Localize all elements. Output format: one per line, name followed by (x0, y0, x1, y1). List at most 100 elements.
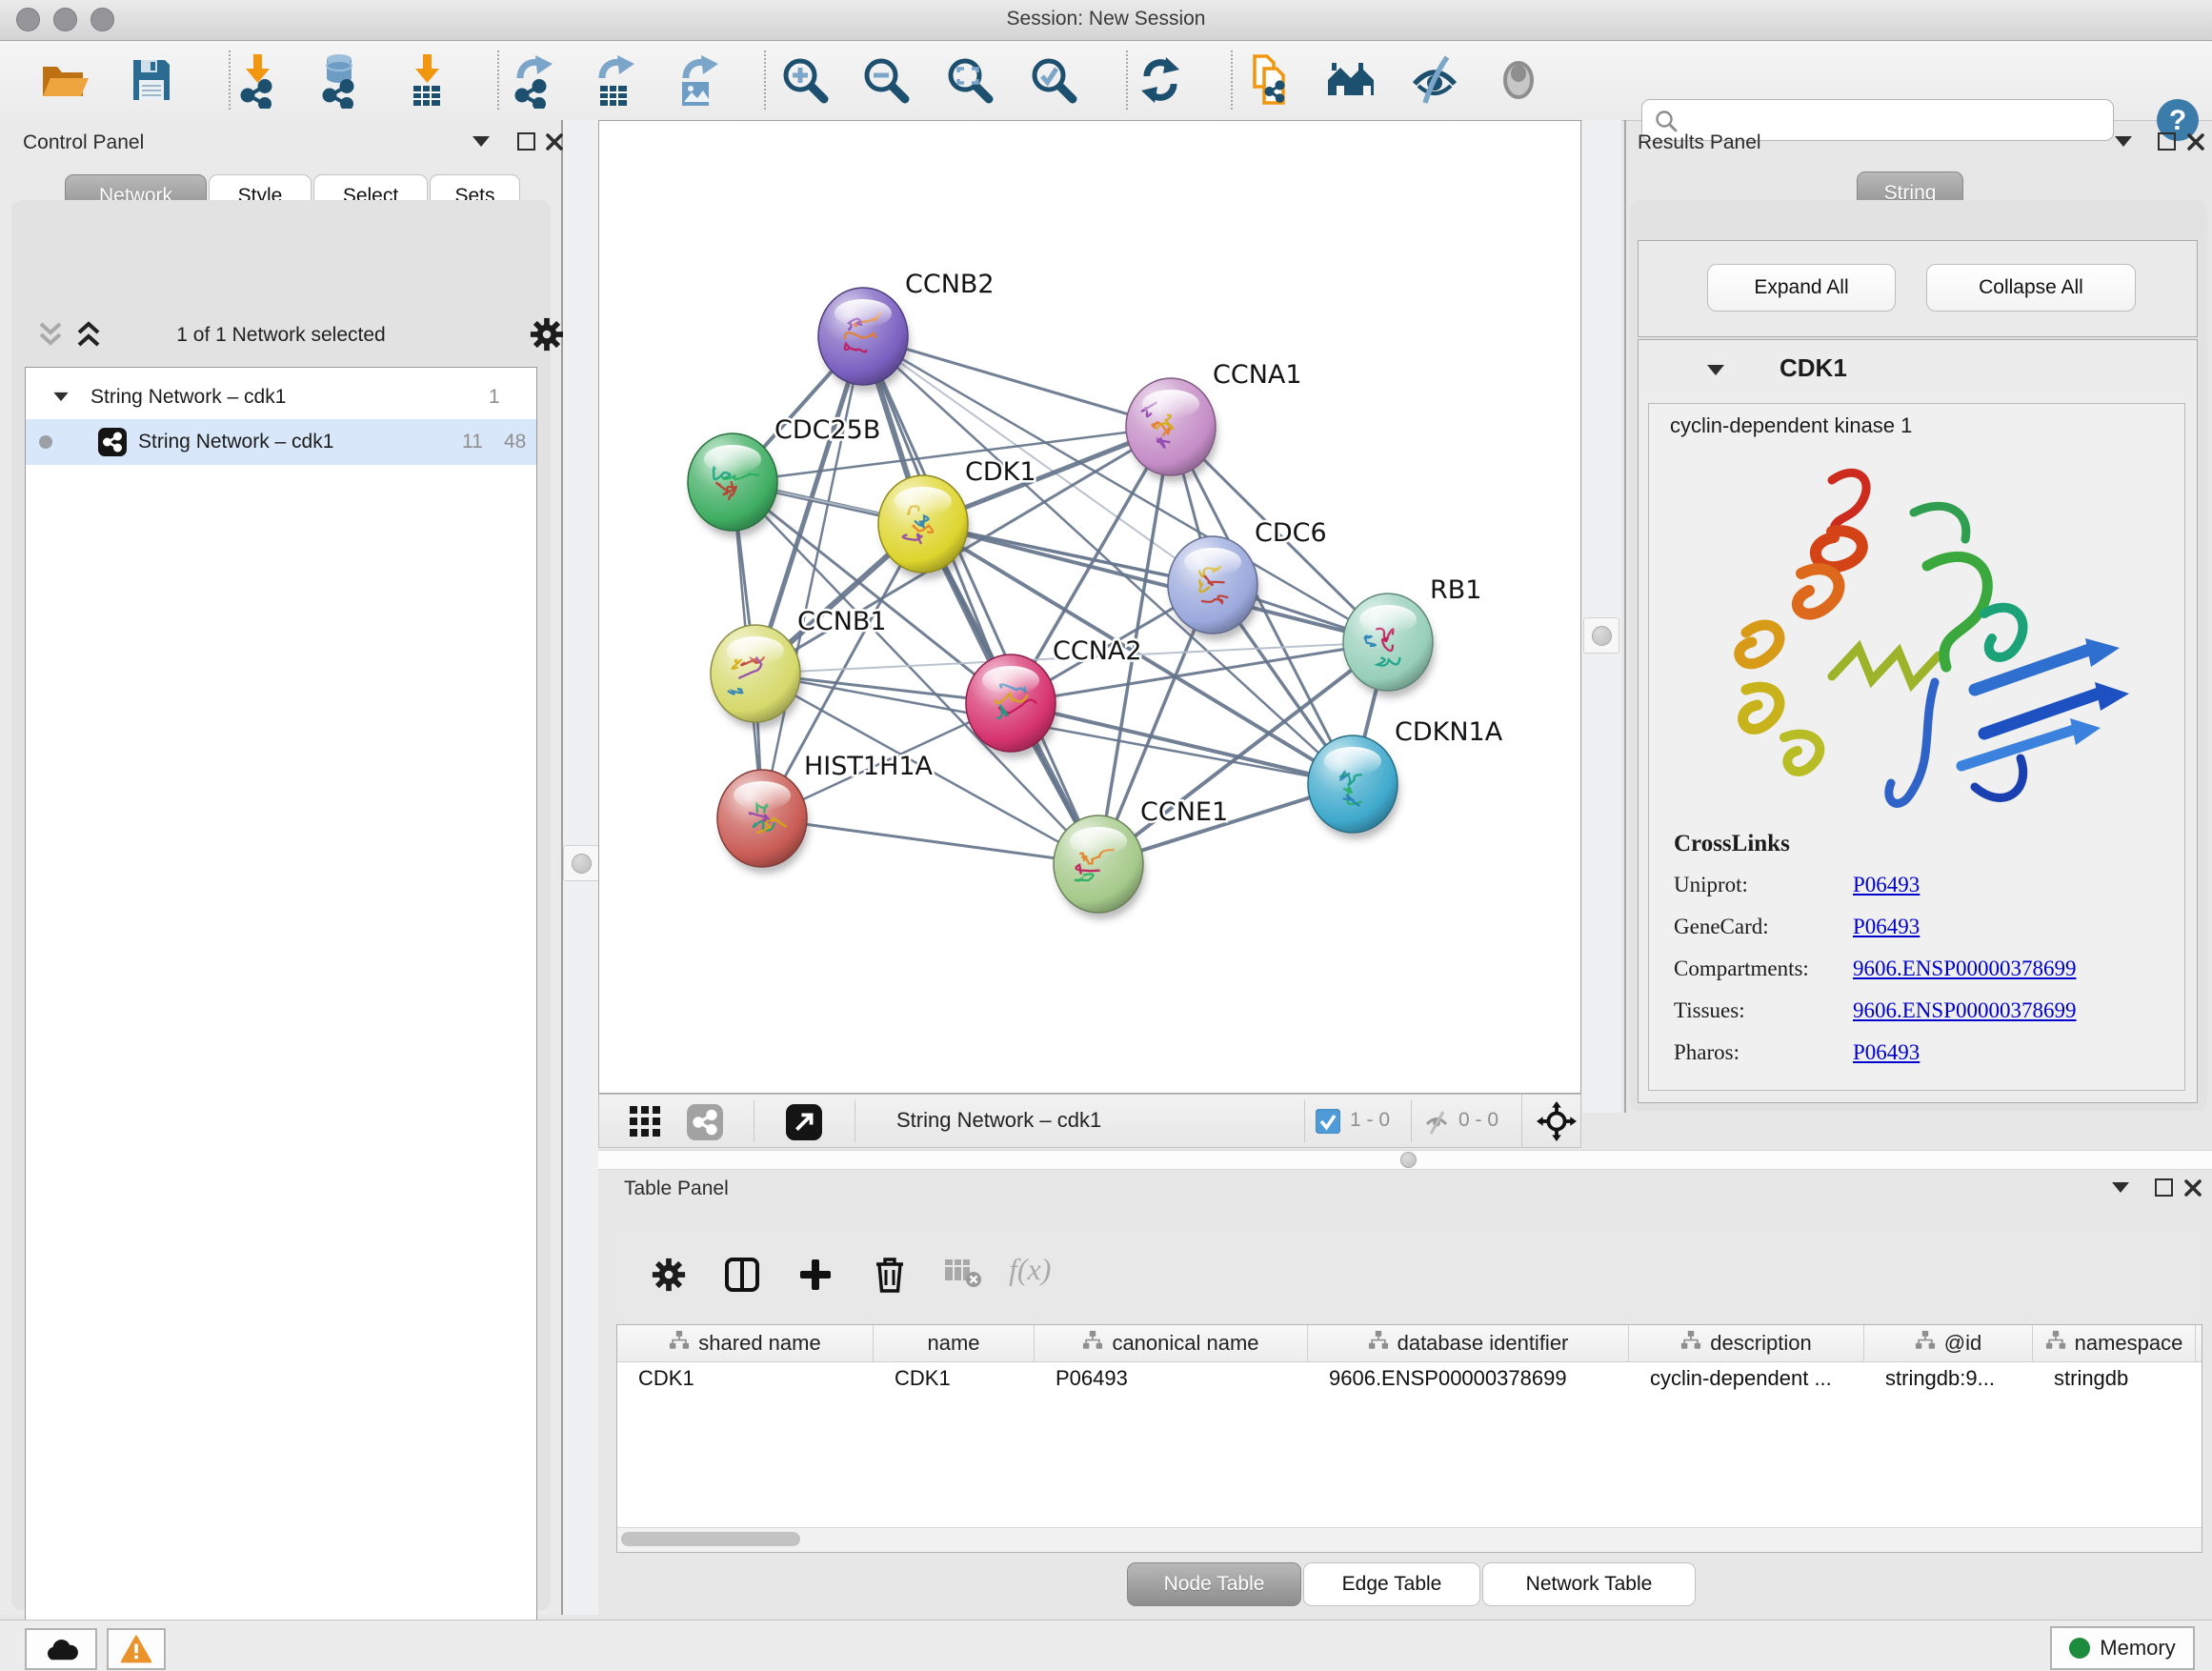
string-network-graph[interactable]: CCNB2CCNA1CDC25BCDK1CDC6RB1CCNB1CCNA2CDK… (599, 121, 1580, 1093)
divider (1411, 1100, 1412, 1142)
node-label-RB1: RB1 (1430, 575, 1481, 605)
tree-expand-icon[interactable] (53, 393, 68, 401)
left-splitter[interactable] (563, 120, 598, 1615)
result-collapse-icon[interactable] (1707, 365, 1724, 375)
cloud-status-button[interactable] (25, 1628, 97, 1670)
right-splitter-handle[interactable] (1583, 617, 1619, 654)
edge-CCNB2-CCNE1[interactable] (863, 336, 1098, 864)
results-actions-bar: Expand All Collapse All (1638, 240, 2198, 337)
crosslinks-section: CrossLinks Uniprot:P06493GeneCard:P06493… (1674, 831, 2169, 1082)
panel-menu-icon[interactable] (473, 136, 490, 147)
export-table-button[interactable] (585, 51, 642, 109)
tab-network-table[interactable]: Network Table (1482, 1562, 1696, 1606)
network-collection-row[interactable]: String Network – cdk1 1 (26, 375, 536, 419)
column-header-canonical-name[interactable]: canonical name (1035, 1325, 1308, 1361)
node-CDC6[interactable] (1168, 536, 1259, 640)
horizontal-splitter[interactable] (598, 1150, 2212, 1170)
network-share-icon[interactable] (687, 1104, 723, 1140)
refresh-view-button[interactable] (1132, 51, 1189, 109)
node-CDC25B[interactable] (688, 433, 779, 537)
export-image-button[interactable] (669, 51, 726, 109)
grid-layout-icon[interactable] (630, 1106, 662, 1138)
warnings-button[interactable] (107, 1628, 166, 1670)
node-CCNA2[interactable] (966, 654, 1057, 758)
edge-CCNB2-HIST1H1A[interactable] (762, 336, 863, 818)
tab-edge-table[interactable]: Edge Table (1303, 1562, 1480, 1606)
column-header-name[interactable]: name (874, 1325, 1035, 1361)
node-CCNB2[interactable] (818, 288, 910, 392)
export-network-button[interactable] (503, 51, 560, 109)
network-row-selected[interactable]: String Network – cdk1 11 48 (26, 419, 536, 465)
crosslink-value-link[interactable]: P06493 (1853, 915, 1920, 939)
right-splitter[interactable] (1582, 120, 1621, 1113)
crosslink-value-link[interactable]: 9606.ENSP00000378699 (1853, 956, 2077, 981)
column-header-description[interactable]: description (1629, 1325, 1864, 1361)
import-network-database-button[interactable] (311, 51, 368, 109)
memory-button[interactable]: Memory (2050, 1626, 2195, 1670)
zoom-in-button[interactable] (776, 51, 834, 109)
edge-CCNA2-CDKN1A[interactable] (1011, 703, 1353, 784)
crosslinks-title: CrossLinks (1674, 831, 2169, 857)
column-header--id[interactable]: @id (1864, 1325, 2033, 1361)
crosslink-value-link[interactable]: P06493 (1853, 873, 1920, 897)
add-column-icon[interactable] (797, 1257, 834, 1293)
tab-node-table[interactable]: Node Table (1127, 1562, 1301, 1606)
crosslink-value-link[interactable]: P06493 (1853, 1040, 1920, 1065)
table-row[interactable]: CDK1CDK1P064939606.ENSP00000378699cyclin… (617, 1362, 2202, 1395)
edge-HIST1H1A-CCNE1[interactable] (762, 818, 1098, 864)
import-table-button[interactable] (398, 51, 455, 109)
table-settings-gear-icon[interactable] (651, 1257, 687, 1293)
network-options-gear-icon[interactable] (529, 316, 565, 352)
panel-close-icon[interactable] (545, 132, 564, 151)
panel-float-icon[interactable] (517, 132, 535, 151)
horizontal-scrollbar[interactable] (617, 1527, 2202, 1552)
hide-selection-button[interactable] (1406, 51, 1463, 109)
open-session-button[interactable] (34, 51, 91, 109)
panel-close-icon[interactable] (2186, 132, 2205, 151)
column-header-namespace[interactable]: namespace (2033, 1325, 2196, 1361)
table-cell: stringdb:9... (1864, 1362, 2033, 1395)
node-HIST1H1A[interactable] (717, 770, 809, 874)
column-header-database-identifier[interactable]: database identifier (1308, 1325, 1629, 1361)
show-columns-icon[interactable] (724, 1257, 760, 1293)
node-CCNA1[interactable] (1126, 378, 1217, 482)
panel-menu-icon[interactable] (2112, 1182, 2129, 1193)
node-CDKN1A[interactable] (1308, 735, 1399, 839)
navigator-crosshair-icon[interactable] (1537, 1101, 1577, 1141)
network-type-icon (98, 428, 127, 456)
horizontal-splitter-handle[interactable] (1400, 1152, 1417, 1168)
zoom-out-button[interactable] (857, 51, 915, 109)
collapse-all-button[interactable]: Collapse All (1926, 264, 2136, 312)
zoom-selected-button[interactable] (1025, 51, 1082, 109)
node-CCNB1[interactable] (711, 625, 802, 729)
crosslink-value-link[interactable]: 9606.ENSP00000378699 (1853, 998, 2077, 1023)
column-label: description (1710, 1331, 1811, 1356)
clone-network-button[interactable] (1240, 51, 1297, 109)
column-network-icon (669, 1330, 690, 1357)
zoom-fit-button[interactable] (941, 51, 998, 109)
node-CDK1[interactable] (878, 475, 970, 579)
column-header-shared-name[interactable]: shared name (617, 1325, 874, 1361)
node-RB1[interactable] (1343, 594, 1435, 697)
selected-count-checkbox-icon[interactable] (1316, 1109, 1340, 1134)
save-session-button[interactable] (122, 51, 179, 109)
birdseye-view-icon[interactable] (786, 1104, 822, 1140)
panel-menu-icon[interactable] (2115, 136, 2132, 147)
delete-column-trash-icon[interactable] (871, 1255, 909, 1295)
node-CCNE1[interactable] (1054, 815, 1145, 919)
show-all-button[interactable] (1490, 51, 1547, 109)
expand-all-button[interactable]: Expand All (1707, 264, 1896, 312)
column-label: canonical name (1112, 1331, 1258, 1356)
panel-float-icon[interactable] (2155, 1178, 2173, 1197)
panel-float-icon[interactable] (2158, 132, 2176, 151)
hidden-count-eye-icon (1422, 1108, 1451, 1137)
first-neighbors-button[interactable] (1322, 51, 1379, 109)
panel-close-icon[interactable] (2183, 1178, 2202, 1198)
crosslink-label: Pharos: (1674, 1040, 1853, 1065)
string-results-container: Expand All Collapse All CDK1 cyclin-depe… (1630, 200, 2207, 1111)
network-canvas[interactable]: CCNB2CCNA1CDC25BCDK1CDC6RB1CCNB1CCNA2CDK… (598, 120, 1581, 1094)
left-splitter-handle[interactable] (563, 845, 599, 881)
scrollbar-thumb[interactable] (621, 1532, 800, 1546)
node-label-HIST1H1A: HIST1H1A (804, 752, 934, 781)
import-network-file-button[interactable] (229, 51, 286, 109)
